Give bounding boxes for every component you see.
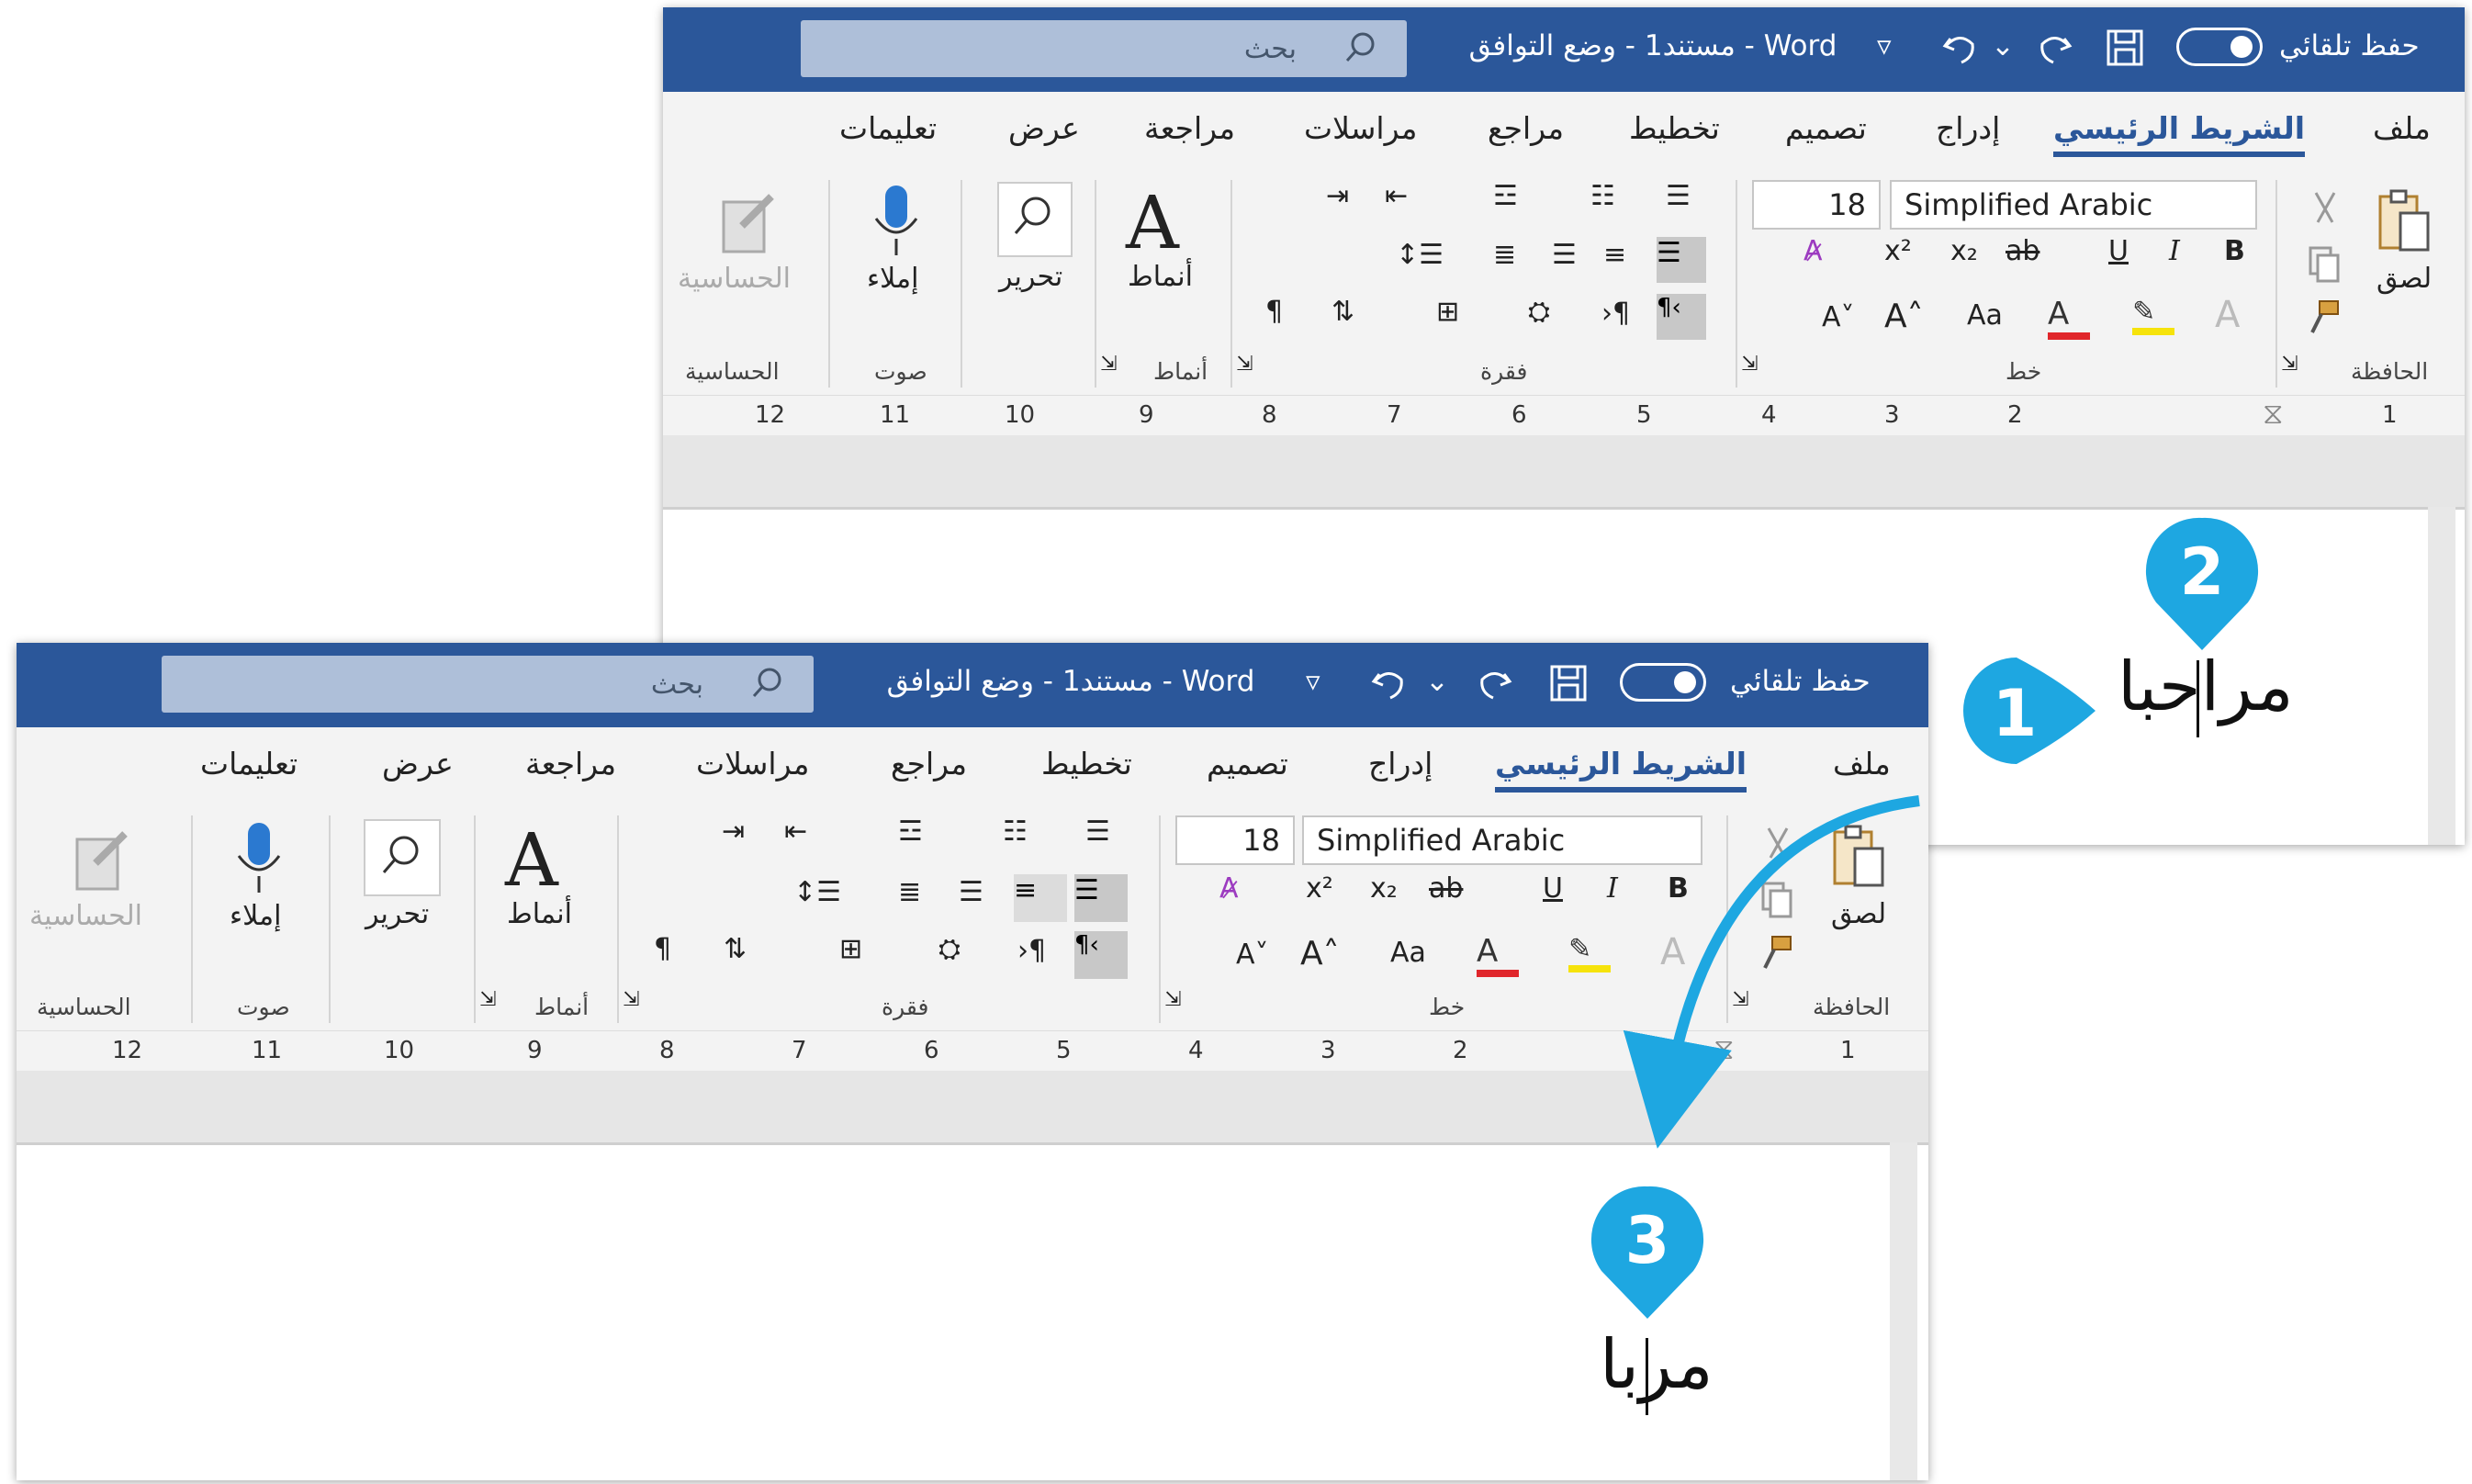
- instruction-arrow: [1623, 795, 1920, 1149]
- callout-badge-3: 3: [1590, 1183, 1704, 1319]
- callout-badge-2: 2: [2145, 514, 2259, 650]
- callout-badge-1: 1: [1961, 648, 2096, 777]
